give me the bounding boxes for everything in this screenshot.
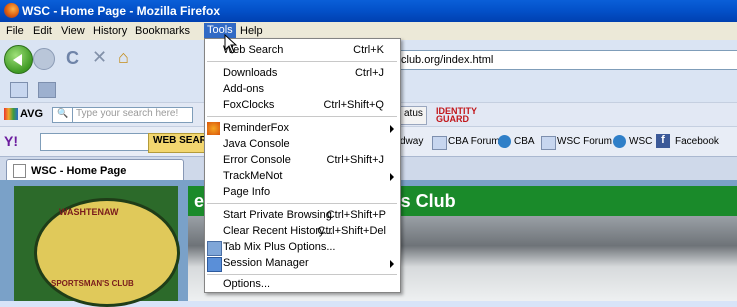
submenu-arrow-icon (390, 260, 394, 268)
reminderfox-icon (207, 122, 220, 135)
home-icon[interactable]: ⌂ (118, 47, 129, 68)
session-manager-icon (207, 257, 222, 272)
stop-icon[interactable]: ✕ (92, 47, 107, 68)
menu-edit[interactable]: Edit (33, 25, 52, 37)
bookmark-link-wsc-forum[interactable]: WSC Forum (557, 136, 612, 147)
bookmark-link-facebook[interactable]: Facebook (675, 136, 719, 147)
yahoo-logo-icon[interactable]: Y! (4, 133, 18, 149)
url-bar[interactable]: club.org/index.html (398, 50, 737, 70)
avg-logo-icon (4, 108, 18, 120)
page-icon (13, 164, 26, 178)
back-button[interactable] (4, 45, 33, 74)
submenu-arrow-icon (390, 125, 394, 133)
facebook-icon: f (656, 134, 670, 148)
page-icon (432, 136, 447, 150)
logo-bottom-text: SPORTSMAN'S CLUB (51, 279, 134, 288)
bookmark-link-cba[interactable]: CBA (514, 136, 535, 147)
tab-title: WSC - Home Page (31, 165, 127, 177)
search-icon[interactable]: 🔍 (52, 107, 74, 123)
menu-item-reminderfox[interactable]: ReminderFox (205, 120, 400, 137)
tools-menu: Web Search Ctrl+K Downloads Ctrl+J Add-o… (204, 38, 401, 293)
status-button[interactable]: atus (400, 106, 427, 125)
identity-guard-button[interactable]: IDENTITY GUARD (436, 107, 480, 124)
club-logo: WASHTENAW SPORTSMAN'S CLUB (34, 198, 180, 307)
submenu-arrow-icon (390, 173, 394, 181)
logo-top-text: WASHTENAW (59, 207, 119, 217)
tab-mix-plus-icon (207, 241, 222, 256)
yahoo-search-input[interactable] (40, 133, 150, 151)
logo-panel: WASHTENAW SPORTSMAN'S CLUB (14, 186, 180, 307)
firefox-logo-icon (4, 3, 19, 18)
menu-separator (207, 274, 397, 275)
menu-item-private-browsing[interactable]: Start Private Browsing Ctrl+Shift+P (205, 207, 400, 224)
menu-item-error-console[interactable]: Error Console Ctrl+Shift+J (205, 152, 400, 169)
reload-icon[interactable]: C (66, 48, 79, 69)
menu-item-page-info[interactable]: Page Info (205, 184, 400, 201)
tab-wsc-home[interactable]: WSC - Home Page (6, 159, 184, 182)
calendar-icon[interactable] (10, 82, 28, 98)
menu-bookmarks[interactable]: Bookmarks (135, 25, 190, 37)
menu-separator (207, 203, 397, 204)
menu-separator (207, 61, 397, 62)
bookmark-link-wsc[interactable]: WSC (629, 136, 652, 147)
menu-history[interactable]: History (93, 25, 127, 37)
bookmark-link-cba-forum[interactable]: CBA Forum (448, 136, 500, 147)
title-bar: WSC - Home Page - Mozilla Firefox (0, 0, 737, 22)
mouse-cursor-icon (224, 34, 238, 54)
window-title: WSC - Home Page - Mozilla Firefox (22, 4, 221, 18)
menu-help[interactable]: Help (240, 25, 263, 37)
menu-item-tab-mix-plus[interactable]: Tab Mix Plus Options... (205, 239, 400, 256)
forward-button[interactable] (33, 48, 55, 70)
page-icon (541, 136, 556, 150)
menu-view[interactable]: View (61, 25, 85, 37)
globe-icon (498, 135, 511, 148)
url-text: club.org/index.html (401, 54, 494, 66)
menu-item-add-ons[interactable]: Add-ons (205, 81, 400, 98)
menu-item-foxclocks[interactable]: FoxClocks Ctrl+Shift+Q (205, 97, 400, 114)
menu-item-java-console[interactable]: Java Console (205, 136, 400, 153)
menu-separator (207, 116, 397, 117)
menu-item-trackmenot[interactable]: TrackMeNot (205, 168, 400, 185)
menu-item-clear-history[interactable]: Clear Recent History... Ctrl+Shift+Del (205, 223, 400, 240)
print-icon[interactable] (38, 82, 56, 98)
menu-item-downloads[interactable]: Downloads Ctrl+J (205, 65, 400, 82)
globe-icon (613, 135, 626, 148)
avg-label: AVG (20, 108, 44, 120)
menu-item-options[interactable]: Options... (205, 276, 400, 293)
menu-item-session-manager[interactable]: Session Manager (205, 255, 400, 272)
avg-search-input[interactable]: Type your search here! (72, 107, 193, 123)
bookmark-link-dway[interactable]: dway (400, 136, 423, 147)
menu-file[interactable]: File (6, 25, 24, 37)
